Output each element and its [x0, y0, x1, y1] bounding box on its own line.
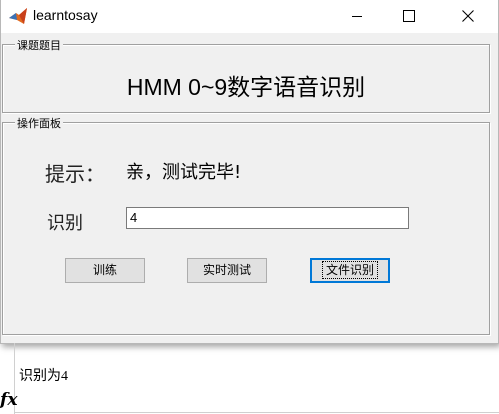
train-button-label: 训练	[92, 263, 117, 277]
result-field[interactable]: 4	[126, 207, 409, 229]
result-label: 识别	[47, 213, 83, 234]
fx-icon[interactable]: fx	[0, 390, 17, 410]
maximize-icon	[403, 10, 415, 22]
train-button[interactable]: 训练	[65, 258, 145, 283]
topic-panel-legend: 课题题目	[15, 37, 63, 53]
figure-window: learntosay 课题题目 HMM 0~9数字语音识别 操作面板 提示： 亲…	[0, 0, 499, 344]
topic-panel: 课题题目 HMM 0~9数字语音识别	[2, 37, 490, 113]
topic-heading: HMM 0~9数字语音识别	[126, 74, 366, 100]
minimize-icon	[352, 16, 362, 17]
window-title: learntosay	[33, 7, 98, 23]
maximize-button[interactable]	[387, 0, 433, 32]
title-bar[interactable]: learntosay	[1, 0, 498, 33]
close-icon	[462, 10, 474, 22]
close-button[interactable]	[446, 0, 492, 32]
matlab-icon	[9, 8, 27, 24]
hint-label: 提示：	[45, 162, 105, 186]
file-recognize-button-label: 文件识别	[321, 261, 379, 279]
realtime-test-button-label: 实时测试	[202, 263, 251, 277]
file-recognize-button[interactable]: 文件识别	[310, 258, 390, 283]
realtime-test-button[interactable]: 实时测试	[187, 258, 267, 283]
control-panel-legend: 操作面板	[15, 115, 63, 131]
console-bottom-divider	[14, 412, 499, 413]
minimize-button[interactable]	[335, 0, 381, 32]
hint-value: 亲，测试完毕!	[126, 162, 242, 183]
console-output: 识别为4	[19, 369, 68, 384]
